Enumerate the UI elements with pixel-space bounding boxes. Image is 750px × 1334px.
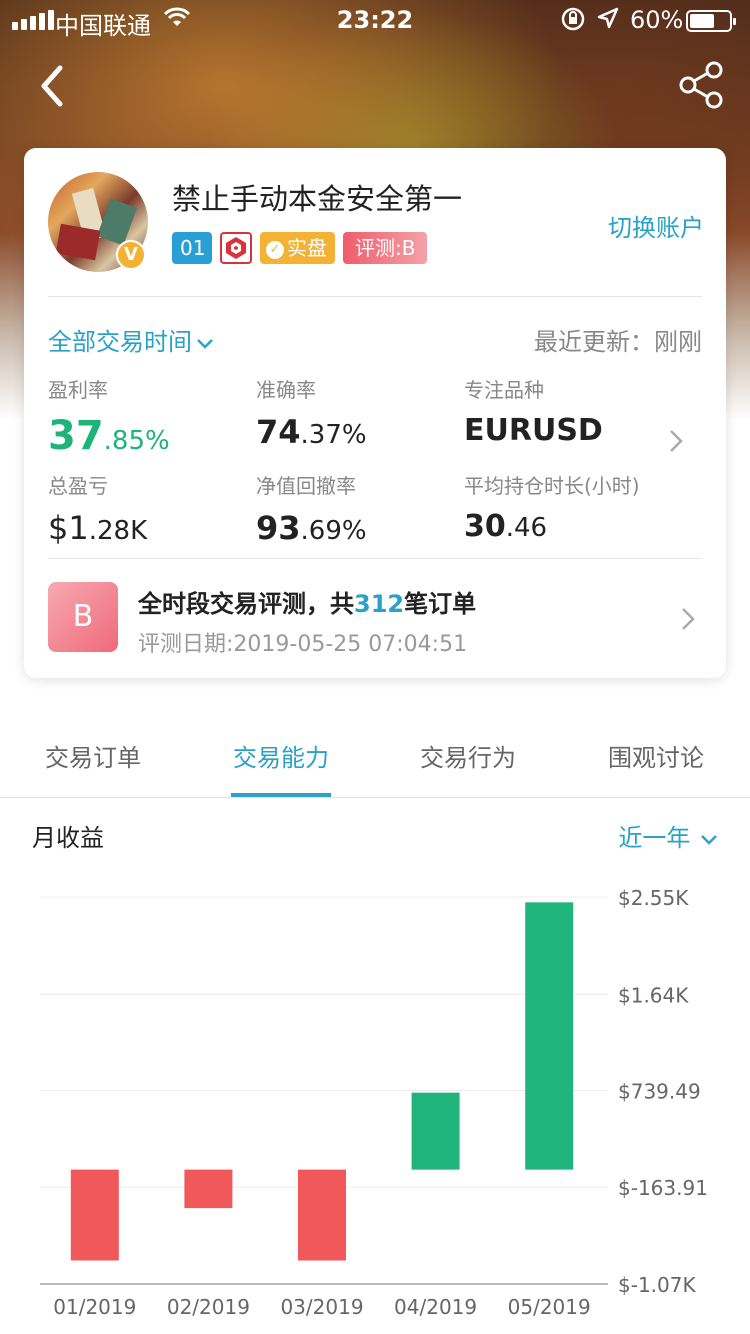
tab-orders[interactable]: 交易订单 [33, 738, 153, 773]
x-tick-label: 04/2019 [394, 1295, 477, 1319]
battery-percent: 60% [630, 6, 684, 34]
stat-value: 74.37% [256, 413, 367, 451]
stat-avg-holding: 平均持仓时长(小时) 30.46 [464, 470, 640, 544]
stat-focus-symbol: 专注品种 EURUSD [464, 374, 603, 448]
evaluation-row[interactable]: B 全时段交易评测，共312笔订单 评测日期:2019-05-25 07:04:… [48, 580, 702, 657]
stat-label: 盈利率 [48, 378, 108, 402]
stat-value: $1.28K [48, 509, 148, 547]
share-icon [679, 61, 723, 109]
monthly-profit-chart: $2.55K $1.64K $739.49 $-163.91 $-1.07K 01/201… [0, 860, 750, 1334]
stat-label: 准确率 [256, 378, 316, 402]
stat-drawdown: 净值回撤率 93.69% [256, 470, 367, 547]
stat-label: 专注品种 [464, 378, 544, 402]
broker-logo-icon [220, 232, 252, 264]
stat-label: 平均持仓时长(小时) [464, 474, 640, 498]
period-label: 近一年 [618, 824, 691, 852]
chevron-down-icon [196, 328, 214, 356]
chevron-down-icon [701, 835, 717, 845]
y-tick-label: $739.49 [618, 1080, 701, 1104]
chevron-right-icon[interactable] [668, 428, 686, 452]
x-tick-label: 01/2019 [53, 1295, 136, 1319]
share-button[interactable] [674, 58, 728, 112]
stat-value: 93.69% [256, 509, 367, 547]
active-tab-indicator [231, 793, 331, 797]
badge-row: 01 ✓ 实盘 评测:B [172, 232, 428, 264]
stat-accuracy: 准确率 74.37% [256, 374, 367, 451]
y-tick-label: $1.64K [618, 983, 689, 1007]
stat-value: 37.85% [48, 413, 170, 459]
location-icon [596, 6, 620, 36]
tab-bar: 交易订单 交易能力 交易行为 围观讨论 [0, 720, 750, 798]
x-tick-label: 05/2019 [508, 1295, 591, 1319]
bar-01/2019[interactable] [70, 1169, 119, 1261]
account-card: V 禁止手动本金安全第一 切换账户 01 ✓ 实盘 评测:B 全部交易时间 最近更… [24, 148, 726, 678]
check-shield-icon: ✓ [266, 240, 284, 259]
last-updated: 最近更新：刚刚 [534, 328, 702, 356]
level-badge: 01 [172, 232, 212, 264]
stat-value: EURUSD [464, 413, 603, 448]
bar-05/2019[interactable] [525, 902, 574, 1170]
chart-title: 月收益 [32, 824, 104, 852]
stat-label: 净值回撤率 [256, 474, 356, 498]
x-tick-label: 02/2019 [167, 1295, 250, 1319]
bar-02/2019[interactable] [184, 1169, 233, 1209]
tab-discussion[interactable]: 围观讨论 [596, 738, 716, 773]
chevron-right-icon [680, 606, 698, 630]
verified-icon: V [116, 240, 146, 270]
time-filter-label: 全部交易时间 [48, 328, 192, 356]
stat-value: 30.46 [464, 509, 548, 544]
period-dropdown[interactable]: 近一年 [618, 818, 718, 853]
stat-total-pnl: 总盈亏 $1.28K [48, 470, 147, 547]
battery-icon [686, 10, 736, 32]
evaluation-date: 评测日期:2019-05-25 07:04:51 [138, 632, 468, 657]
account-name: 禁止手动本金安全第一 [172, 182, 463, 216]
real-account-badge: ✓ 实盘 [260, 232, 335, 264]
bar-04/2019[interactable] [411, 1092, 460, 1170]
bar-03/2019[interactable] [298, 1169, 346, 1261]
status-bar: 中国联通 23:22 60% [0, 0, 750, 40]
rating-badge: 评测:B [343, 232, 428, 264]
back-arrow-icon [41, 65, 63, 107]
evaluation-title: 全时段交易评测，共312笔订单 [138, 590, 477, 618]
bar-chart: $2.55K $1.64K $739.49 $-163.91 $-1.07K 01/201… [40, 886, 708, 1319]
tab-behavior[interactable]: 交易行为 [408, 738, 528, 773]
y-tick-label: $-163.91 [618, 1176, 708, 1200]
stat-label: 总盈亏 [48, 474, 108, 498]
y-tick-label: $2.55K [618, 886, 689, 910]
x-tick-label: 03/2019 [280, 1295, 363, 1319]
back-button[interactable] [30, 58, 80, 114]
tab-ability[interactable]: 交易能力 [221, 738, 341, 773]
divider [48, 558, 702, 559]
real-account-label: 实盘 [287, 236, 327, 260]
switch-account-link[interactable]: 切换账户 [608, 208, 704, 243]
y-tick-label: $-1.07K [618, 1273, 696, 1297]
rotation-lock-icon [560, 6, 586, 38]
rating-b-icon: B [48, 582, 118, 652]
divider [48, 296, 702, 297]
time-filter-dropdown[interactable]: 全部交易时间 [48, 322, 214, 357]
stat-profit-rate: 盈利率 37.85% [48, 374, 170, 459]
